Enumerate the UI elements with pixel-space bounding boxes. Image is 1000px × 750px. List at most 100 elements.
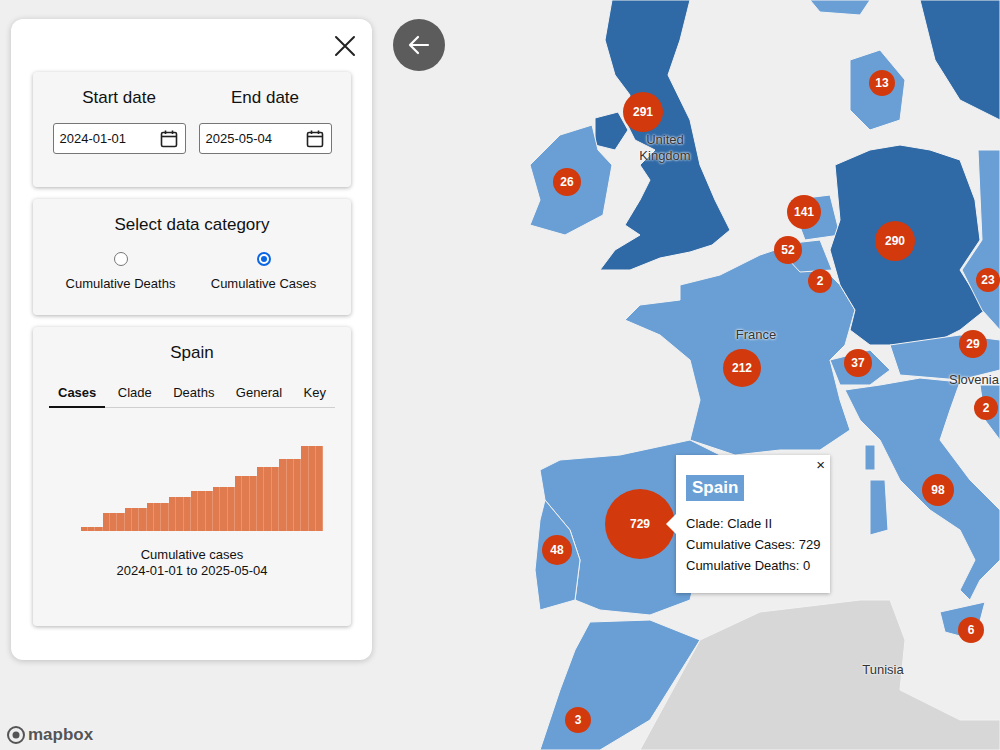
country-region[interactable] (640, 600, 1000, 750)
chart-bar (147, 503, 154, 531)
cluster-marker[interactable]: 13 (869, 70, 895, 96)
calendar-icon[interactable] (159, 129, 179, 149)
chart-bar (220, 487, 227, 531)
cluster-marker[interactable]: 52 (774, 236, 802, 264)
country-label: Slovenia (944, 372, 1000, 388)
back-button[interactable] (393, 19, 445, 71)
chart-bar (206, 491, 213, 531)
popup-title: Spain (686, 475, 744, 501)
chart-bar (250, 476, 257, 531)
chart-bar (88, 527, 95, 531)
chart-bar (191, 491, 198, 531)
cluster-marker[interactable]: 729 (605, 489, 675, 559)
tab-bar: CasesCladeDeathsGeneralKey (49, 383, 335, 408)
chart-bar (316, 446, 323, 531)
popup-line: Clade: Clade II (686, 513, 822, 534)
radio-button[interactable] (114, 252, 128, 266)
chart-bar (228, 487, 235, 531)
country-region[interactable] (962, 150, 1000, 330)
chart-bar (154, 503, 161, 531)
country-region[interactable] (920, 0, 1000, 120)
chart-bar (81, 527, 88, 531)
chart-bar (103, 513, 110, 531)
country-region[interactable] (625, 245, 855, 455)
category-title: Select data category (49, 215, 335, 235)
chart-bar (110, 513, 117, 531)
cluster-marker[interactable]: 26 (553, 168, 581, 196)
chart-bar (213, 487, 220, 531)
cases-chart (81, 443, 324, 531)
country-label: Tunisia (843, 662, 923, 678)
country-label: France (716, 327, 796, 343)
tab[interactable]: Key (295, 383, 335, 408)
chart-bar (184, 497, 191, 531)
chart-bar (294, 459, 301, 531)
chart-bar (272, 467, 279, 531)
cluster-marker[interactable]: 29 (959, 330, 987, 358)
country-card: SpainCasesCladeDeathsGeneralKeyCumulativ… (33, 327, 351, 626)
chart-bar (176, 497, 183, 531)
cluster-marker[interactable]: 98 (922, 474, 954, 506)
chart-bar (198, 491, 205, 531)
end-date-input[interactable]: 2025-05-04 (199, 123, 332, 154)
cluster-marker[interactable]: 3 (565, 707, 591, 733)
category-radio-option[interactable]: Cumulative Deaths (49, 252, 192, 291)
calendar-icon[interactable] (305, 129, 325, 149)
chart-bar (139, 508, 146, 531)
end-date-field: End date2025-05-04 (197, 88, 333, 175)
popup-line: Cumulative Cases: 729 (686, 534, 822, 555)
mapbox-icon (7, 726, 25, 744)
cluster-marker[interactable]: 2 (808, 269, 832, 293)
chart-bar (95, 527, 102, 531)
chart-bar (301, 446, 308, 531)
popup-close-button[interactable]: × (816, 456, 825, 473)
chart-bar (117, 513, 124, 531)
tab[interactable]: General (227, 383, 291, 408)
start-date-input[interactable]: 2024-01-01 (53, 123, 186, 154)
map-app: United Kingdom France Slovenia Tunisia 291 13… (0, 0, 1000, 750)
chart-bar (235, 476, 242, 531)
cluster-marker[interactable]: 6 (958, 617, 984, 643)
cluster-marker[interactable]: 290 (875, 221, 915, 261)
country-region[interactable] (830, 145, 985, 345)
country-region[interactable] (535, 500, 580, 610)
cluster-marker[interactable]: 212 (723, 349, 761, 387)
chart-bar (287, 459, 294, 531)
chart-bar (125, 508, 132, 531)
country-popup: × Spain Clade: Clade IICumulative Cases: 7… (676, 455, 830, 593)
cluster-marker[interactable]: 23 (976, 268, 1000, 292)
radio-button[interactable] (257, 252, 271, 266)
chart-bar (279, 459, 286, 531)
close-icon (334, 35, 356, 57)
category-radio-option[interactable]: Cumulative Cases (192, 252, 335, 291)
tab[interactable]: Deaths (164, 383, 223, 408)
date-range-card: Start date2024-01-01End date2025-05-04 (33, 72, 351, 187)
chart-bar (132, 508, 139, 531)
tab[interactable]: Cases (49, 383, 105, 408)
chart-bar (161, 503, 168, 531)
country-region[interactable] (850, 50, 905, 130)
cluster-marker[interactable]: 2 (974, 396, 998, 420)
chart-bar (257, 467, 264, 531)
country-label: United Kingdom (630, 132, 700, 164)
chart-bar (169, 497, 176, 531)
close-button[interactable] (334, 35, 356, 57)
country-region[interactable] (870, 480, 888, 535)
country-region[interactable] (830, 350, 890, 385)
country-region[interactable] (810, 0, 870, 15)
country-region[interactable] (845, 378, 1000, 600)
cluster-marker[interactable]: 48 (542, 535, 572, 565)
start-date-field: Start date2024-01-01 (51, 88, 187, 175)
cluster-marker[interactable]: 291 (623, 92, 663, 132)
arrow-left-icon (406, 32, 432, 58)
chart-bar (309, 446, 316, 531)
chart-bar (264, 467, 271, 531)
country-region[interactable] (865, 445, 875, 470)
chart-caption: Cumulative cases2024-01-01 to 2025-05-04 (49, 547, 335, 579)
cluster-marker[interactable]: 141 (787, 195, 821, 229)
country-region[interactable] (530, 125, 612, 235)
cluster-marker[interactable]: 37 (844, 349, 872, 377)
mapbox-logo[interactable]: mapbox (7, 725, 93, 745)
tab[interactable]: Clade (109, 383, 161, 408)
sidebar: Start date2024-01-01End date2025-05-04 Se… (11, 19, 372, 660)
